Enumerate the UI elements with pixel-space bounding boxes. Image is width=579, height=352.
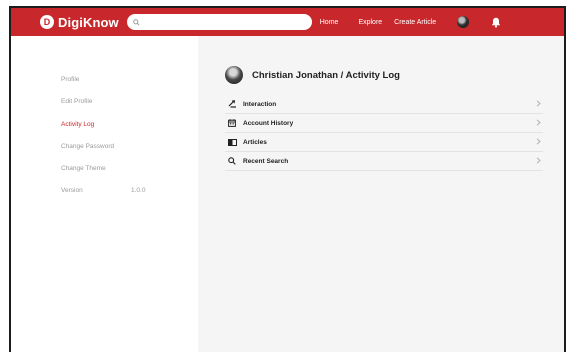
top-navbar: D DigiKnow Home Explore Create Article <box>11 8 564 36</box>
version-value: 1.0.0 <box>131 187 146 194</box>
search-icon <box>132 18 140 26</box>
top-nav: Home Explore Create Article <box>320 19 436 26</box>
sidebar: Profile Edit Profile Activity Log Change… <box>11 36 198 352</box>
chevron-right-icon <box>536 119 541 126</box>
calendar-icon <box>227 118 237 128</box>
interaction-icon <box>227 99 237 109</box>
menu-item-articles[interactable]: Articles <box>225 133 543 152</box>
bell-icon[interactable] <box>491 17 501 28</box>
articles-icon <box>227 137 237 147</box>
menu-item-recent-search[interactable]: Recent Search <box>225 152 543 171</box>
menu-item-label: Articles <box>243 138 267 146</box>
search-icon <box>227 156 237 166</box>
brand[interactable]: D DigiKnow <box>40 15 119 30</box>
nav-home-link[interactable]: Home <box>320 19 339 26</box>
sidebar-item-version: Version <box>61 187 83 194</box>
sidebar-item-edit-profile[interactable]: Edit Profile <box>61 98 92 105</box>
sidebar-item-change-password[interactable]: Change Password <box>61 143 114 150</box>
page-title: Christian Jonathan / Activity Log <box>252 69 400 81</box>
menu-item-interaction[interactable]: Interaction <box>225 95 543 114</box>
brand-logo-icon: D <box>40 15 54 29</box>
menu-item-label: Interaction <box>243 100 277 108</box>
sidebar-item-activity-log[interactable]: Activity Log <box>61 121 94 128</box>
activity-menu: Interaction Account History Articles Rec… <box>225 95 543 171</box>
menu-item-account-history[interactable]: Account History <box>225 114 543 133</box>
menu-item-label: Recent Search <box>243 157 289 165</box>
profile-avatar <box>225 66 243 84</box>
search-input[interactable] <box>143 17 304 27</box>
nav-create-article-link[interactable]: Create Article <box>394 19 436 26</box>
chevron-right-icon <box>536 157 541 164</box>
search-bar[interactable] <box>126 14 312 30</box>
nav-explore-link[interactable]: Explore <box>358 19 382 26</box>
brand-name: DigiKnow <box>58 14 119 30</box>
menu-item-label: Account History <box>243 119 294 127</box>
sidebar-item-change-theme[interactable]: Change Theme <box>61 165 106 172</box>
main-content: Christian Jonathan / Activity Log Intera… <box>198 36 564 352</box>
profile-header: Christian Jonathan / Activity Log <box>225 66 400 84</box>
chevron-right-icon <box>536 138 541 145</box>
chevron-right-icon <box>536 100 541 107</box>
user-avatar[interactable] <box>457 16 470 28</box>
app-window: D DigiKnow Home Explore Create Article P… <box>9 6 566 352</box>
sidebar-item-profile[interactable]: Profile <box>61 76 79 83</box>
